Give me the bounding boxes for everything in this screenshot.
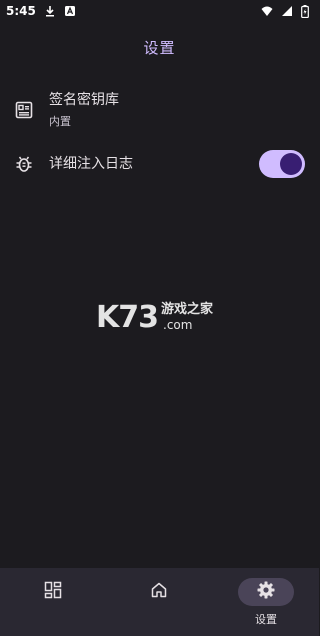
bug-icon [14, 154, 34, 174]
download-icon [44, 5, 56, 17]
a-notification-icon [64, 5, 76, 17]
status-bar: 5:45 [0, 0, 319, 22]
nav-item-dashboard[interactable] [0, 568, 106, 636]
keystore-title: 签名密钥库 [49, 92, 119, 108]
bottom-navigation: 设置 [0, 568, 319, 636]
watermark-brand: K73 [96, 300, 159, 335]
cellular-signal-icon [281, 5, 293, 17]
watermark-right: 游戏之家 .com [161, 302, 213, 332]
watermark-domain: .com [163, 318, 193, 332]
settings-screen: 5:45 设置 签名密钥库 内置 详细注入日志 K73 游戏之家 .com 设置 [0, 0, 319, 636]
nav-item-settings[interactable]: 设置 [213, 568, 319, 636]
status-right [261, 5, 313, 19]
wifi-icon [261, 5, 273, 17]
watermark: K73 游戏之家 .com [96, 298, 226, 338]
keystore-text: 签名密钥库 内置 [49, 90, 119, 131]
nav-icon-wrap [131, 578, 187, 606]
status-time: 5:45 [6, 4, 36, 18]
keystore-card-icon [14, 100, 34, 120]
home-icon [150, 581, 168, 603]
dashboard-grid-icon [44, 581, 62, 603]
status-left: 5:45 [6, 4, 76, 18]
keystore-subtitle: 内置 [49, 115, 71, 128]
battery-icon [301, 5, 313, 19]
nav-icon-wrap [238, 578, 294, 606]
setting-keystore[interactable]: 签名密钥库 内置 [0, 86, 319, 134]
gear-icon [256, 580, 276, 604]
switch-knob [280, 153, 302, 175]
setting-verbose-log[interactable]: 详细注入日志 [0, 144, 319, 184]
watermark-site: 游戏之家 [161, 302, 214, 317]
verbose-log-title: 详细注入日志 [49, 156, 133, 172]
nav-item-home[interactable] [106, 568, 212, 636]
nav-label-settings: 设置 [255, 613, 277, 626]
verbose-log-switch[interactable] [259, 150, 305, 178]
page-title: 设置 [143, 39, 176, 57]
verbose-log-text: 详细注入日志 [49, 154, 133, 174]
nav-icon-wrap [25, 578, 81, 606]
